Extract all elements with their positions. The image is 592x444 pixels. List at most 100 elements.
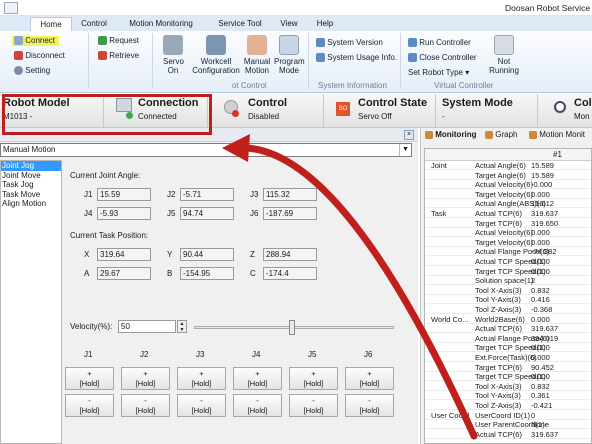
jog-minus-j4-button[interactable]: - [Hold] [233,394,282,417]
grid-row[interactable]: Solution space(1) 2 [425,276,591,286]
grid-category: Joint [431,161,447,170]
jog-minus-j5-button[interactable]: - [Hold] [289,394,338,417]
request-button[interactable]: Request [98,36,139,46]
grid-row[interactable]: Tool Y-Axis(3) 0.416 [425,295,591,305]
j2-value: -5.71 [180,188,234,201]
grid-row[interactable]: Tool X-Axis(3) 0.832 [425,382,591,391]
grid-row[interactable]: Actual Velocity(6) -0.000 [425,180,591,190]
tab-motion-monitoring[interactable]: Motion Monitoring [122,17,200,31]
grid-row[interactable]: Actual Flange Pose(6) -74.382 [425,247,591,257]
run-controller-button[interactable]: Run Controller [408,38,471,48]
manual-motion-button[interactable]: Manual Motion [242,35,272,75]
close-icon[interactable]: × [404,130,414,140]
group-separator [400,33,401,89]
grid-value: 0.000 [531,314,550,324]
grid-row[interactable]: Target Velocity(6) 0.000 [425,190,591,199]
grid-row[interactable]: Actual Velocity(6) 0.000 [425,228,591,238]
set-robot-type-dropdown[interactable]: Set Robot Type ▾ [408,68,469,78]
system-version-button[interactable]: System Version [316,38,383,48]
list-item-align-motion[interactable]: Align Motion [1,199,61,209]
close-controller-button[interactable]: Close Controller [408,53,477,63]
grid-name: Actual TCP(6) [475,429,522,439]
grid-row[interactable]: User Coord UserCoord ID(1) 0 [425,411,591,420]
velocity-input[interactable]: 50 [118,320,176,333]
grid-row[interactable]: Target TCP(6) 319.650 [425,219,591,228]
jog-header-j2: J2 [140,350,149,359]
tab-control[interactable]: Control [74,17,114,31]
velocity-slider-thumb[interactable] [289,320,295,335]
grid-name: Actual Velocity(6) [475,180,533,190]
jog-plus-sign: + [367,369,372,378]
j1-value: 15.59 [97,188,151,201]
jog-plus-j4-button[interactable]: + [Hold] [233,367,282,390]
jog-minus-j1-button[interactable]: - [Hold] [65,394,114,417]
grid-row[interactable]: World Co... World2Base(6) 0.000 [425,315,591,324]
grid-row[interactable]: Actual Angle(ABS)(6) 15.612 [425,199,591,209]
servo-on-button[interactable]: Servo On [158,35,188,75]
grid-name: Tool Z-Axis(3) [475,305,522,314]
grid-row[interactable]: Target Angle(6) 15.589 [425,171,591,180]
tab-monitoring[interactable]: Monitoring [425,128,477,142]
control-value: Disabled [248,112,280,121]
grid-row[interactable]: Target TCP Speed(1) 0.000 [425,372,591,382]
grid-row[interactable]: Tool Z-Axis(3) -0.421 [425,401,591,410]
grid-row[interactable]: Tool X-Axis(3) 0.832 [425,286,591,295]
request-icon [98,36,107,46]
jog-plus-j6-button[interactable]: + [Hold] [345,367,394,390]
jog-minus-j3-button[interactable]: - [Hold] [177,394,226,417]
grid-row[interactable]: Target TCP Speed(1) 0.000 [425,267,591,276]
setting-button[interactable]: Setting [14,66,50,76]
tab-graph[interactable]: Graph [485,128,517,142]
app-icon [4,2,18,14]
jog-plus-j3-button[interactable]: + [Hold] [177,367,226,390]
j6-value: -187.69 [263,207,317,220]
group-separator [308,33,309,89]
grid-row[interactable]: Actual TCP Speed(1) 0.000 [425,257,591,266]
list-item-task-move[interactable]: Task Move [1,190,61,200]
disconnect-button[interactable]: Disconnect [14,51,65,61]
jog-header-j3: J3 [196,350,205,359]
jog-buttons: J1 + [Hold] - [Hold] J2 + [Hold] - [Hold] J3 + [Hold… [64,350,418,444]
velocity-spinner[interactable]: ▲ ▼ [177,320,187,333]
tab-motion-monitoring[interactable]: Motion Monit [529,128,585,142]
jog-plus-j1-button[interactable]: + [Hold] [65,367,114,390]
grid-value: 0.000 [531,343,550,353]
tab-home[interactable]: Home [30,17,72,31]
system-usage-button[interactable]: System Usage Info. [316,53,397,63]
list-item-joint-jog[interactable]: Joint Jog [1,161,61,171]
hold-label: [Hold] [359,406,380,415]
grid-row[interactable]: User ParentCoord(1) None [425,420,591,430]
hold-label: [Hold] [303,406,324,415]
grid-row[interactable]: Ext.Force(Task)(6) 0.000 [425,353,591,362]
connect-button[interactable]: Connect [12,36,60,46]
retrieve-button[interactable]: Retrieve [98,51,139,61]
grid-row[interactable]: Target TCP(6) 90.452 [425,363,591,372]
jog-plus-j5-button[interactable]: + [Hold] [289,367,338,390]
hold-label: [Hold] [191,379,212,388]
grid-row[interactable]: Tool Y-Axis(3) 0.361 [425,391,591,401]
control-state-cell: SO Control State Servo Off [328,94,436,128]
tab-service-tool[interactable]: Service Tool [214,17,266,31]
grid-row[interactable]: Task Actual TCP(6) 319.637 [425,209,591,218]
chevron-down-icon[interactable]: ▼ [399,144,411,156]
grid-row[interactable]: Actual Flange Pose(6) 394.019 [425,334,591,343]
motion-mode-select[interactable]: Manual Motion ▼ [0,143,412,157]
workcell-configuration-button[interactable]: Workcell Configuration [190,35,242,75]
grid-row[interactable]: Joint Actual Angle(6) 15.589 [425,161,591,170]
x-label: X [84,250,90,259]
grid-row[interactable]: Actual TCP(6) 319.637 [425,430,591,439]
tab-view[interactable]: View [276,17,302,31]
jog-minus-j2-button[interactable]: - [Hold] [121,394,170,417]
grid-category: User Coord [431,410,470,420]
grid-row[interactable]: Actual TCP(6) 319.637 [425,324,591,334]
list-item-task-jog[interactable]: Task Jog [1,180,61,190]
grid-row[interactable]: Target Velocity(6) 0.000 [425,238,591,247]
jog-plus-j2-button[interactable]: + [Hold] [121,367,170,390]
grid-row[interactable]: Tool Z-Axis(3) -0.368 [425,305,591,314]
program-mode-button[interactable]: Program Mode [274,35,305,75]
list-item-joint-move[interactable]: Joint Move [1,171,61,181]
grid-row[interactable]: Target TCP Speed(1) 0.000 [425,343,591,353]
velocity-slider-track[interactable] [194,320,394,335]
tab-help[interactable]: Help [312,17,338,31]
jog-minus-j6-button[interactable]: - [Hold] [345,394,394,417]
